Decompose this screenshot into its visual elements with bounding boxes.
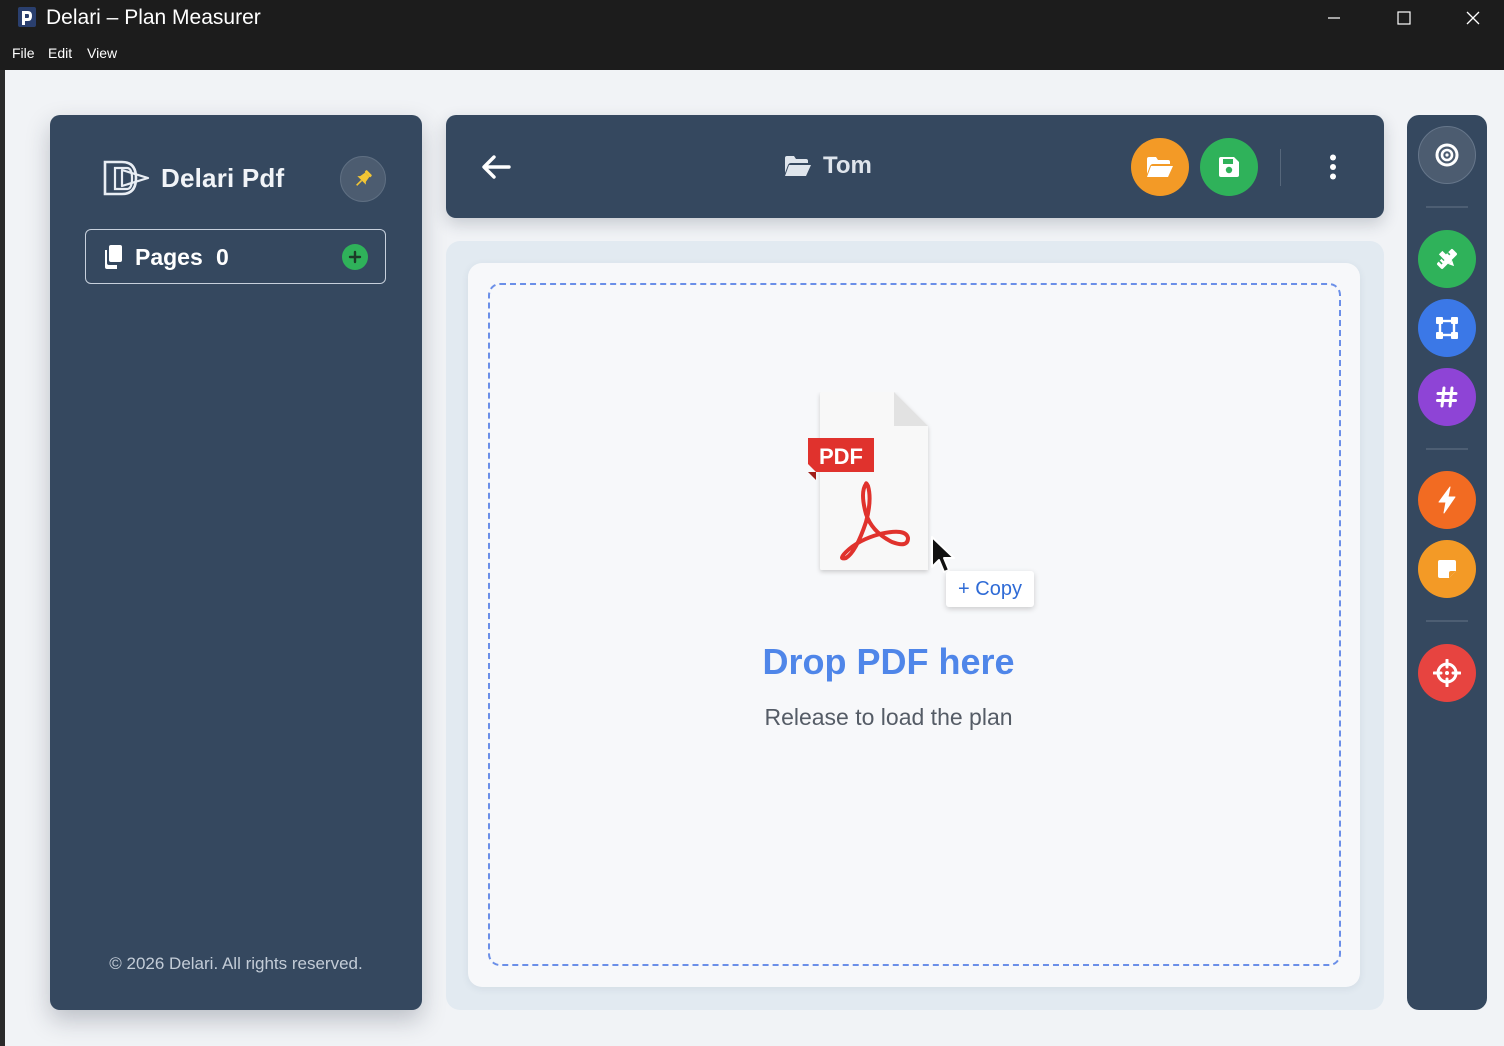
header-divider [1280,149,1281,186]
menu-view[interactable]: View [87,45,117,61]
window-title: Delari – Plan Measurer [46,6,261,29]
brand: Delari Pdf [102,159,284,197]
vector-square-icon [1436,317,1458,339]
menu-file[interactable]: File [12,45,35,61]
measure-tool-button[interactable] [1418,230,1476,288]
maximize-button[interactable] [1369,0,1439,36]
minimize-icon [1328,17,1340,19]
copyright-text: © 2026 Delari. All rights reserved. [109,954,363,973]
delari-logo-icon [103,160,150,196]
note-tool-button[interactable] [1418,540,1476,598]
copy-tooltip: + Copy [946,571,1034,607]
pages-count: 0 [216,244,229,270]
maximize-icon [1397,11,1411,25]
back-button[interactable] [478,149,514,185]
pdf-dropzone[interactable]: PDF + Copy Drop PDF here Release to load… [488,283,1341,966]
project-name: Tom [823,152,872,179]
pin-sidebar-button[interactable] [340,156,386,202]
app-icon [18,7,36,27]
note-icon [1438,560,1456,578]
add-page-button[interactable] [342,244,368,270]
locate-tool-button[interactable] [1418,644,1476,702]
more-options-button[interactable] [1318,148,1348,186]
save-button[interactable] [1200,138,1258,196]
menu-edit[interactable]: Edit [48,45,72,61]
window-edge [0,70,5,1046]
close-icon [1466,11,1480,25]
drop-title: Drop PDF here [762,641,1015,682]
folder-open-icon [785,156,811,176]
header-bar: Tom [446,115,1384,218]
brand-name: Delari Pdf [161,162,285,193]
toolbar-divider [1426,206,1468,208]
folder-open-icon [1147,157,1173,177]
pages-section[interactable]: Pages 0 [85,229,386,284]
tool-sidebar [1407,115,1487,1010]
pin-icon [356,170,372,186]
minimize-button[interactable] [1299,0,1369,36]
hashtag-icon [1436,386,1458,408]
toolbar-divider [1426,620,1468,622]
target-icon [1435,143,1459,167]
drop-card: PDF + Copy Drop PDF here Release to load… [468,263,1360,987]
target-tool-button[interactable] [1418,126,1476,184]
plus-icon [348,250,362,264]
open-file-button[interactable] [1131,138,1189,196]
quick-tool-button[interactable] [1418,471,1476,529]
pdf-badge-text: PDF [819,444,863,469]
menu-bar: File Edit View [0,36,1504,70]
close-button[interactable] [1438,0,1504,36]
project-title: Tom [784,152,872,180]
sidebar: Delari Pdf Pages 0 © 2026 Delari. All ri… [50,115,422,1010]
bolt-icon [1438,486,1456,514]
main-area: PDF + Copy Drop PDF here Release to load… [446,241,1384,1010]
pages-label: Pages [135,244,203,270]
arrow-left-icon [482,155,511,179]
save-icon [1219,157,1239,177]
toolbar-divider [1426,448,1468,450]
window-titlebar: Delari – Plan Measurer [0,0,1504,36]
crosshairs-icon [1433,659,1461,687]
copy-pages-icon [105,245,122,269]
ruler-pencil-icon [1437,249,1457,269]
area-tool-button[interactable] [1418,299,1476,357]
ellipsis-vertical-icon [1330,154,1336,180]
count-tool-button[interactable] [1418,368,1476,426]
drop-subtitle: Release to load the plan [764,704,1013,730]
